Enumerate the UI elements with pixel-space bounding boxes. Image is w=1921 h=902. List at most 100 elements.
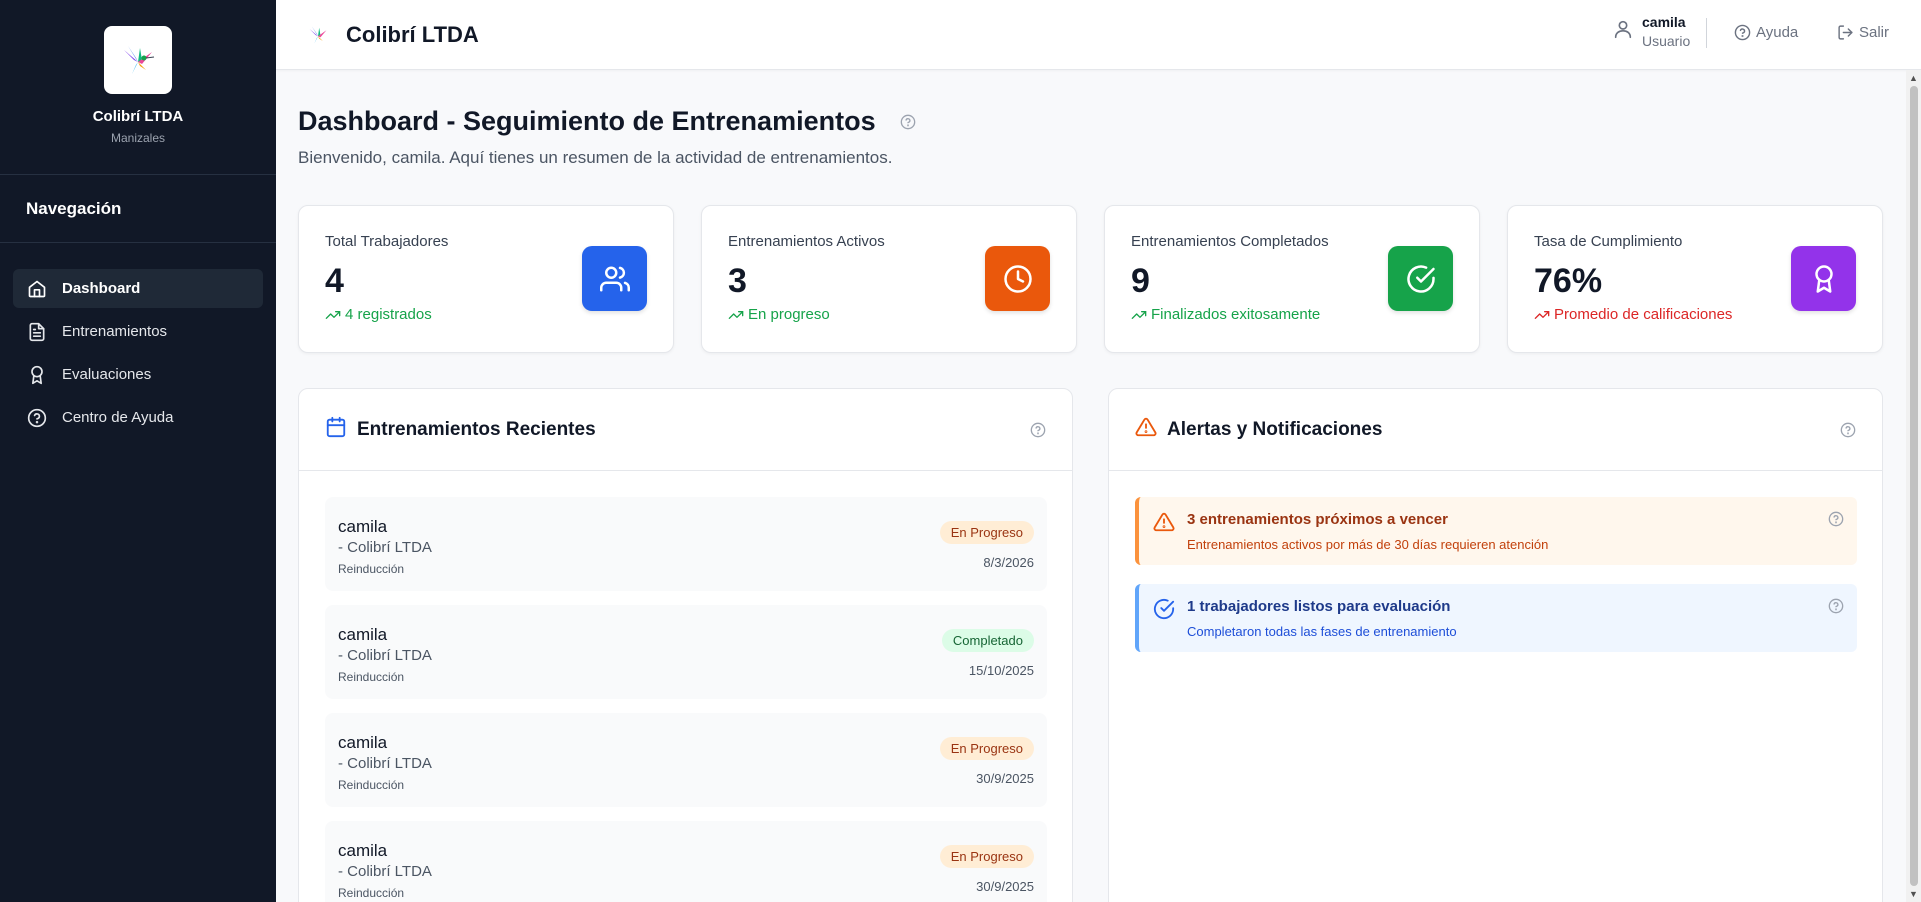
sidebar-item-label: Centro de Ayuda xyxy=(62,409,174,426)
worker-name: camila xyxy=(338,517,388,536)
scroll-up-arrow-icon[interactable]: ▲ xyxy=(1909,73,1918,83)
trending-up-icon xyxy=(325,310,341,319)
stat-card-active-trainings: Entrenamientos Activos 3 En progreso xyxy=(701,205,1077,353)
document-icon xyxy=(26,321,48,343)
sidebar-item-dashboard[interactable]: Dashboard xyxy=(13,269,263,308)
training-list-item[interactable]: camila - Colibrí LTDA Reinducción Comple… xyxy=(325,605,1047,699)
user-role: Usuario xyxy=(1642,33,1691,49)
user-menu[interactable]: camila Usuario xyxy=(1612,14,1690,49)
training-list-item[interactable]: camila - Colibrí LTDA Reinducción En Pro… xyxy=(325,821,1047,902)
panel-title: Entrenamientos Recientes xyxy=(357,418,596,440)
stat-trend: En progreso xyxy=(728,306,830,323)
training-date: 15/10/2025 xyxy=(968,663,1034,678)
trending-up-icon xyxy=(1534,310,1550,319)
header-divider xyxy=(1706,18,1707,48)
alert-text: Entrenamientos activos por más de 30 día… xyxy=(1187,537,1549,552)
help-circle-icon xyxy=(26,407,48,429)
stat-trend: Finalizados exitosamente xyxy=(1131,306,1320,323)
stat-value: 76% xyxy=(1534,262,1603,300)
page-scrollbar[interactable]: ▲ ▼ xyxy=(1906,70,1921,902)
sidebar: Colibrí LTDA Manizales Navegación Dashbo… xyxy=(0,0,276,902)
hummingbird-logo xyxy=(104,26,172,94)
scroll-down-arrow-icon[interactable]: ▼ xyxy=(1909,889,1918,899)
logout-icon xyxy=(1838,25,1853,40)
stat-card-total-workers: Total Trabajadores 4 4 registrados xyxy=(298,205,674,353)
stat-value: 4 xyxy=(325,262,344,300)
sidebar-item-entrenamientos[interactable]: Entrenamientos xyxy=(13,312,263,351)
status-badge: En Progreso xyxy=(939,845,1034,868)
warning-triangle-icon xyxy=(1135,416,1157,443)
training-type: Reinducción xyxy=(338,778,405,792)
home-icon xyxy=(26,278,48,300)
panel-header: Alertas y Notificaciones xyxy=(1109,389,1882,471)
panel-title: Alertas y Notificaciones xyxy=(1167,418,1383,440)
worker-name: camila xyxy=(338,841,388,860)
logout-label: Salir xyxy=(1859,24,1890,41)
training-list-item[interactable]: camila - Colibrí LTDA Reinducción En Pro… xyxy=(325,713,1047,807)
sidebar-item-label: Entrenamientos xyxy=(62,323,168,340)
status-badge: En Progreso xyxy=(939,737,1034,760)
alert-ready-for-evaluation[interactable]: 1 trabajadores listos para evaluación Co… xyxy=(1135,584,1857,652)
training-date: 30/9/2025 xyxy=(976,879,1034,894)
nav-list: Dashboard Entrenamientos Evaluaciones Ce… xyxy=(0,243,276,437)
help-circle-icon[interactable] xyxy=(900,106,916,137)
alert-title: 3 entrenamientos próximos a vencer xyxy=(1187,511,1448,528)
stat-card-compliance-rate: Tasa de Cumplimiento 76% Promedio de cal… xyxy=(1507,205,1883,353)
company-city: Manizales xyxy=(110,131,166,145)
help-circle-icon xyxy=(1734,24,1751,41)
header-brand: Colibrí LTDA xyxy=(306,0,479,70)
sidebar-item-label: Evaluaciones xyxy=(62,366,152,383)
sidebar-item-evaluaciones[interactable]: Evaluaciones xyxy=(13,355,263,394)
company-name: - Colibrí LTDA xyxy=(338,755,432,772)
clock-icon xyxy=(985,246,1050,311)
help-circle-icon[interactable] xyxy=(1840,422,1856,443)
help-circle-icon[interactable] xyxy=(1030,422,1046,443)
alert-text: Completaron todas las fases de entrenami… xyxy=(1187,624,1457,639)
recent-trainings-panel: Entrenamientos Recientes camila - Colibr… xyxy=(298,388,1073,902)
company-name: - Colibrí LTDA xyxy=(338,539,432,556)
check-circle-icon xyxy=(1153,598,1175,625)
stat-label: Entrenamientos Activos xyxy=(728,233,885,250)
stat-value: 3 xyxy=(728,262,747,300)
company-name: Colibrí LTDA xyxy=(92,108,184,125)
training-date: 8/3/2026 xyxy=(983,555,1034,570)
top-header: Colibrí LTDA camila Usuario Ayuda Salir xyxy=(276,0,1921,70)
logout-button[interactable]: Salir xyxy=(1837,24,1889,41)
user-name: camila xyxy=(1642,14,1686,30)
brand: Colibrí LTDA Manizales xyxy=(0,0,276,175)
help-button[interactable]: Ayuda xyxy=(1734,24,1798,41)
scrollbar-thumb[interactable] xyxy=(1910,86,1918,886)
stat-trend: 4 registrados xyxy=(325,306,432,323)
worker-name: camila xyxy=(338,625,388,644)
users-icon xyxy=(582,246,647,311)
training-type: Reinducción xyxy=(338,670,405,684)
worker-name: camila xyxy=(338,733,388,752)
training-date: 30/9/2025 xyxy=(976,771,1034,786)
warning-triangle-icon xyxy=(1153,511,1175,538)
page-subtitle: Bienvenido, camila. Aquí tienes un resum… xyxy=(298,148,893,167)
page-title: Dashboard - Seguimiento de Entrenamiento… xyxy=(298,106,876,136)
alert-title: 1 trabajadores listos para evaluación xyxy=(1187,598,1451,615)
alert-expiring-trainings[interactable]: 3 entrenamientos próximos a vencer Entre… xyxy=(1135,497,1857,565)
training-list-item[interactable]: camila - Colibrí LTDA Reinducción En Pro… xyxy=(325,497,1047,591)
panel-header: Entrenamientos Recientes xyxy=(299,389,1072,471)
stat-value: 9 xyxy=(1131,262,1150,300)
help-circle-icon[interactable] xyxy=(1828,598,1844,619)
award-icon xyxy=(1791,246,1856,311)
check-circle-icon xyxy=(1388,246,1453,311)
help-label: Ayuda xyxy=(1756,24,1799,41)
stat-label: Tasa de Cumplimiento xyxy=(1534,233,1683,250)
stat-label: Entrenamientos Completados xyxy=(1131,233,1329,250)
status-badge: Completado xyxy=(941,629,1034,652)
stat-trend: Promedio de calificaciones xyxy=(1534,306,1732,323)
alerts-panel: Alertas y Notificaciones 3 entrenamiento… xyxy=(1108,388,1883,902)
trending-up-icon xyxy=(728,310,744,319)
hummingbird-logo-icon xyxy=(309,26,327,44)
calendar-icon xyxy=(325,416,347,443)
sidebar-item-label: Dashboard xyxy=(62,280,141,297)
company-name: - Colibrí LTDA xyxy=(338,863,432,880)
header-title: Colibrí LTDA xyxy=(346,22,479,47)
help-circle-icon[interactable] xyxy=(1828,511,1844,532)
sidebar-item-centro-ayuda[interactable]: Centro de Ayuda xyxy=(13,398,263,437)
trending-up-icon xyxy=(1131,310,1147,319)
